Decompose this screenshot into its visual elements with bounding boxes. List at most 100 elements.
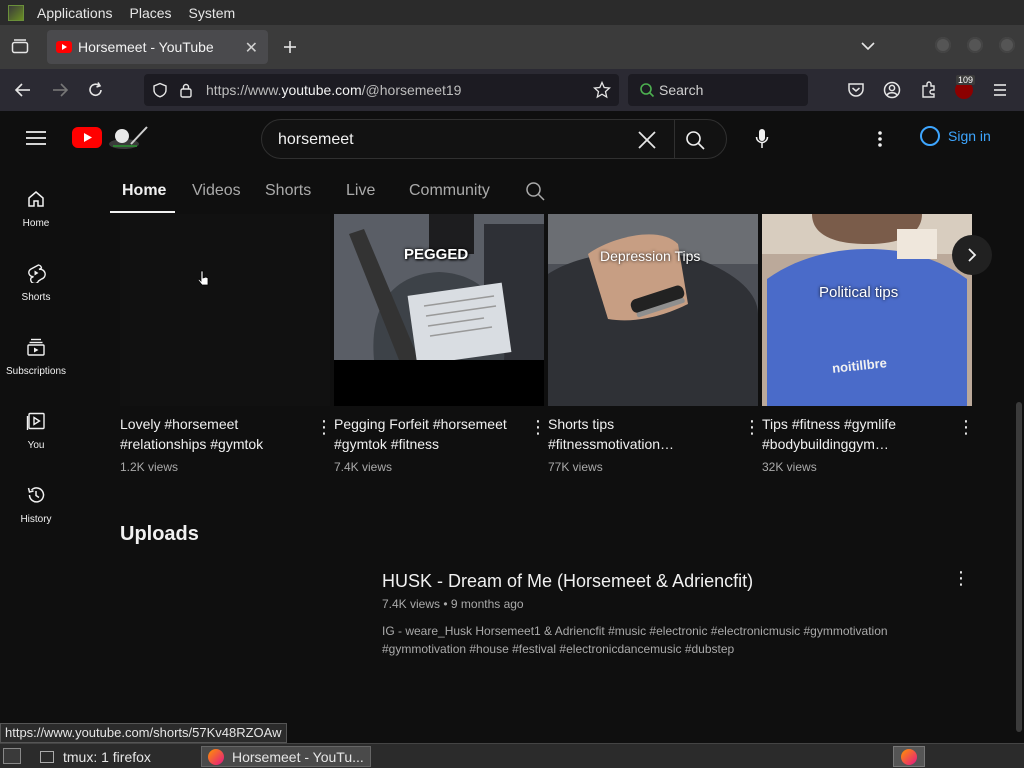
sidebar-item-you[interactable]: You: [0, 411, 72, 471]
search-divider: [674, 120, 675, 158]
subscriptions-icon: [27, 338, 45, 356]
channel-search-icon[interactable]: [525, 181, 545, 201]
search-engine-icon: [640, 83, 655, 98]
clear-search-icon[interactable]: [638, 131, 656, 149]
youtube-search-box[interactable]: horsemeet: [261, 119, 727, 159]
page-scrollbar[interactable]: [1016, 402, 1022, 732]
extension-badge: 109: [956, 75, 976, 85]
short-2-title[interactable]: Pegging Forfeit #horsemeet #gymtok #fitne…: [334, 414, 514, 454]
search-icon[interactable]: [685, 130, 705, 150]
sidebar-label: Shorts: [21, 292, 51, 303]
tab-live[interactable]: Live: [346, 182, 375, 200]
sign-in-button[interactable]: Sign in: [920, 126, 991, 146]
bookmark-star-icon[interactable]: [593, 81, 611, 99]
short-4-overlay-text: Political tips: [819, 284, 899, 301]
you-icon: [26, 412, 45, 430]
terminal-icon: [40, 750, 54, 763]
sidebar-item-subscriptions[interactable]: Subscriptions: [0, 337, 72, 397]
search-placeholder: Search: [659, 82, 704, 98]
microphone-icon[interactable]: [755, 128, 769, 150]
upload-menu-icon[interactable]: ⋮: [952, 568, 970, 589]
taskbar-item-label: Horsemeet - YouTu...: [232, 748, 364, 765]
menu-places[interactable]: Places: [130, 5, 172, 21]
short-3-title[interactable]: Shorts tips #fitnessmotivation…: [548, 414, 728, 454]
browser-tab-bar: Horsemeet - YouTube ✕: [0, 25, 1024, 69]
youtube-logo-icon[interactable]: [72, 127, 102, 148]
menu-applications[interactable]: Applications: [37, 5, 113, 21]
short-4-menu-icon[interactable]: ⋮: [957, 418, 975, 436]
lock-icon[interactable]: [179, 82, 193, 98]
browser-search-box[interactable]: Search: [628, 74, 808, 106]
tab-close-icon[interactable]: ✕: [245, 38, 258, 58]
upload-video-meta: 7.4K views • 9 months ago: [382, 597, 524, 611]
extensions-puzzle-icon[interactable]: [920, 81, 938, 99]
menu-system[interactable]: System: [189, 5, 236, 21]
forward-arrow-icon[interactable]: [51, 82, 69, 98]
tab-overview-icon[interactable]: [11, 38, 29, 54]
short-3-overlay-text: Depression Tips: [600, 248, 701, 264]
workspace-switcher[interactable]: [893, 746, 925, 767]
doodle-logo-icon[interactable]: [107, 124, 149, 150]
new-tab-icon[interactable]: [282, 39, 298, 55]
sidebar-item-history[interactable]: History: [0, 485, 72, 545]
show-desktop-icon[interactable]: [3, 748, 21, 764]
os-logo-icon[interactable]: [8, 4, 24, 21]
youtube-favicon-icon: [56, 41, 72, 53]
tab-list-chevron-icon[interactable]: [860, 41, 876, 51]
tracking-shield-icon[interactable]: [152, 82, 168, 98]
account-icon[interactable]: [883, 81, 901, 99]
tab-community[interactable]: Community: [409, 182, 490, 200]
taskbar-item-firefox[interactable]: Horsemeet - YouTu...: [201, 746, 371, 767]
short-4-image: [762, 214, 972, 406]
short-thumbnail-1[interactable]: [120, 214, 330, 406]
mouse-cursor-icon: [198, 270, 209, 286]
shorts-icon: [28, 264, 46, 285]
system-menu-bar: Applications Places System: [0, 0, 1024, 25]
uploads-heading[interactable]: Uploads: [120, 523, 199, 546]
tab-home[interactable]: Home: [122, 182, 166, 200]
link-status-tooltip: https://www.youtube.com/shorts/57Kv48RZO…: [0, 723, 287, 743]
youtube-header: horsemeet Sign in: [0, 111, 1024, 167]
system-taskbar: tmux: 1 firefox Horsemeet - YouTu...: [0, 743, 1024, 768]
pocket-icon[interactable]: [847, 82, 865, 98]
upload-video-title[interactable]: HUSK - Dream of Me (Horsemeet & Adriencf…: [382, 571, 753, 592]
short-2-menu-icon[interactable]: ⋮: [529, 418, 547, 436]
more-options-icon[interactable]: [877, 130, 883, 148]
sign-in-label: Sign in: [948, 128, 991, 144]
hamburger-menu-icon[interactable]: [992, 82, 1008, 98]
browser-tab-youtube[interactable]: Horsemeet - YouTube ✕: [47, 30, 268, 64]
short-3-image: [548, 214, 758, 406]
short-thumbnail-4[interactable]: Political tips noitillbre: [762, 214, 972, 406]
short-thumbnail-3[interactable]: Depression Tips: [548, 214, 758, 406]
taskbar-item-terminal[interactable]: tmux: 1 firefox: [34, 746, 196, 767]
url-text: https://www.youtube.com/@horsemeet19: [206, 82, 462, 98]
tab-shorts[interactable]: Shorts: [265, 182, 311, 200]
tab-videos[interactable]: Videos: [192, 182, 241, 200]
short-thumbnail-2[interactable]: PEGGED: [334, 214, 544, 406]
reload-icon[interactable]: [87, 81, 105, 99]
active-tab-underline: [110, 211, 175, 213]
sidebar-label: History: [20, 514, 52, 525]
sidebar-item-shorts[interactable]: Shorts: [0, 263, 72, 323]
guide-menu-icon[interactable]: [26, 130, 46, 146]
window-maximize-icon[interactable]: [967, 37, 983, 53]
shorts-next-button[interactable]: [952, 235, 992, 275]
history-icon: [27, 487, 45, 503]
back-arrow-icon[interactable]: [14, 82, 32, 98]
short-4-title[interactable]: Tips #fitness #gymlife #bodybuildinggym…: [762, 414, 942, 454]
address-bar[interactable]: https://www.youtube.com/@horsemeet19: [144, 74, 619, 106]
short-2-overlay-text: PEGGED: [404, 246, 469, 263]
window-close-icon[interactable]: [999, 37, 1015, 53]
firefox-icon: [208, 748, 224, 765]
sidebar-label: You: [27, 440, 45, 451]
youtube-sidebar: Home Shorts Subscriptions You History: [0, 167, 72, 743]
short-3-menu-icon[interactable]: ⋮: [743, 418, 761, 436]
window-minimize-icon[interactable]: [935, 37, 951, 53]
upload-video-description: IG - weare_Husk Horsemeet1 & Adriencfit …: [382, 624, 888, 656]
sidebar-item-home[interactable]: Home: [0, 189, 72, 249]
short-2-image: [334, 214, 544, 366]
short-1-title[interactable]: Lovely #horsemeet #relationships #gymtok: [120, 414, 300, 454]
short-2-views: 7.4K views: [334, 460, 393, 474]
upload-thumbnail[interactable]: [120, 568, 366, 708]
short-1-menu-icon[interactable]: ⋮: [315, 418, 333, 436]
